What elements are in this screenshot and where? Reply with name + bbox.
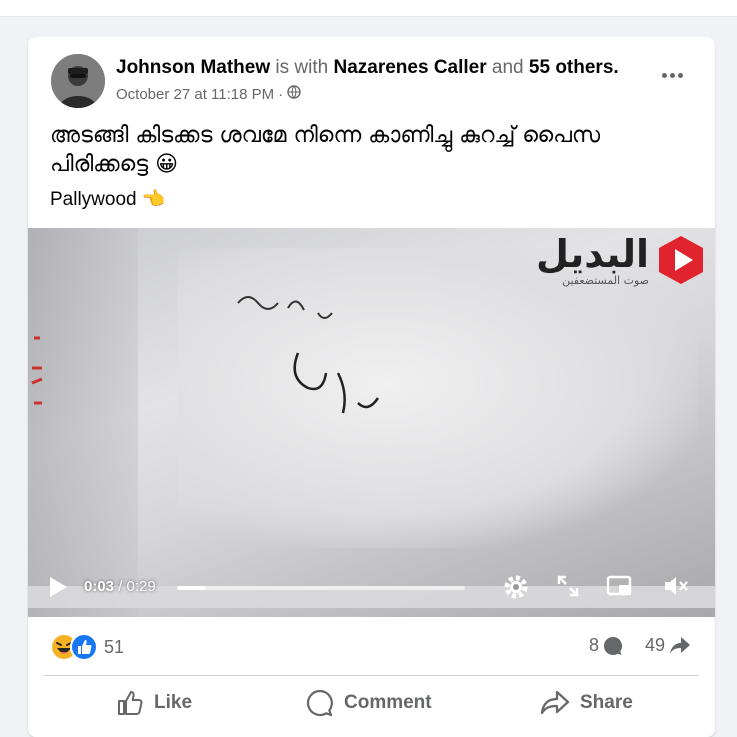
post-timestamp[interactable]: October 27 at 11:18 PM (116, 86, 274, 103)
actions-divider (44, 675, 699, 676)
reactions-summary[interactable]: 51 (50, 633, 124, 661)
settings-gear-icon[interactable] (502, 573, 530, 606)
watermark-play-logo-icon (659, 236, 703, 284)
post-card: Johnson Mathew is with Nazarenes Caller … (28, 37, 715, 737)
author-avatar[interactable] (51, 54, 105, 108)
comment-count-value: 8 (589, 635, 600, 655)
comment-icon (306, 689, 333, 717)
share-button[interactable]: Share (540, 685, 633, 721)
fullscreen-icon[interactable] (556, 574, 580, 603)
globe-icon[interactable] (287, 85, 301, 103)
time-separator: / (114, 578, 127, 595)
post-header: Johnson Mathew is with Nazarenes Caller … (116, 57, 619, 79)
video-progress-bar[interactable] (177, 586, 465, 590)
post-meta: October 27 at 11:18 PM · (116, 85, 301, 103)
video-controls: 0:03 / 0:29 (28, 568, 715, 608)
like-button[interactable]: Like (116, 685, 192, 721)
dot-icon (677, 72, 683, 78)
video-player[interactable]: البديل صوت المستضعفين 0:03 / 0:29 (28, 228, 715, 617)
video-time: 0:03 / 0:29 (84, 578, 156, 595)
picture-in-picture-icon[interactable] (606, 574, 634, 603)
post-text: അടങ്ങി കിടക്കട ശവമേ നിന്നെ കാണിച്ചു കുറച… (50, 121, 700, 179)
comments-count[interactable]: 8 (589, 635, 623, 656)
channel-watermark: البديل صوت المستضعفين (536, 234, 707, 287)
dot-icon (661, 72, 667, 78)
top-navigation-bar (0, 0, 737, 17)
post-text-line-3: Pallywood 👈 (50, 189, 166, 210)
red-marking (28, 328, 68, 418)
with-connector: is with (275, 57, 329, 78)
play-icon[interactable] (48, 576, 68, 603)
and-connector: and (491, 57, 524, 78)
more-options-button[interactable] (659, 65, 685, 85)
share-count-value: 49 (645, 635, 666, 655)
comment-button[interactable]: Comment (306, 685, 432, 721)
tagged-person[interactable]: Nazarenes Caller (333, 57, 486, 78)
like-label: Like (154, 692, 193, 713)
reaction-count: 51 (104, 636, 125, 657)
current-time: 0:03 (84, 578, 115, 595)
handwriting-scribble (237, 296, 380, 414)
comment-bubble-icon (603, 636, 623, 655)
author-name[interactable]: Johnson Mathew (116, 57, 270, 78)
thumbs-up-icon (118, 691, 143, 715)
others-link[interactable]: 55 others. (529, 57, 619, 78)
like-reaction-icon (70, 633, 98, 661)
share-icon (540, 690, 570, 715)
watermark-title: البديل (536, 232, 649, 276)
video-duration: 0:29 (126, 578, 156, 595)
dot-icon (669, 72, 675, 78)
meta-separator: · (278, 85, 284, 103)
post-text-line-2: പിരിക്കട്ടെ 😀 (50, 152, 179, 177)
share-arrow-icon (670, 636, 691, 654)
mute-icon[interactable] (662, 574, 690, 603)
video-frame-shadow (28, 228, 138, 617)
comment-label: Comment (344, 692, 432, 713)
post-text-line-1: അടങ്ങി കിടക്കട ശവമേ നിന്നെ കാണിച്ചു കുറച… (50, 123, 601, 148)
progress-fill (177, 586, 206, 590)
share-label: Share (580, 692, 633, 713)
shares-count[interactable]: 49 (645, 635, 691, 656)
